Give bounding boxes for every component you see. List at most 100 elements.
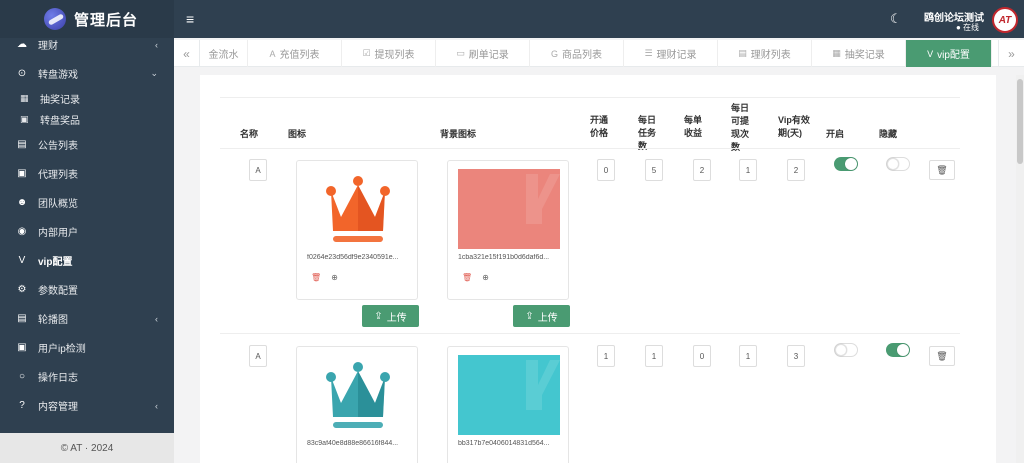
hide-toggle[interactable]	[886, 343, 910, 357]
days-input[interactable]: 2	[787, 159, 805, 181]
open-toggle[interactable]	[834, 157, 858, 171]
vip-config-panel: 名称 图标 背景图标 开通价格 每日任务数 每单收益 每日可提现次数 Vip有效…	[200, 75, 996, 463]
scrollbar-thumb[interactable]	[1017, 79, 1023, 164]
delete-row-button[interactable]: 🗑	[929, 346, 955, 366]
id-card-icon: ▣	[17, 342, 27, 353]
crown-icon	[326, 362, 390, 428]
sidebar-item-label: 内部用户	[38, 228, 78, 239]
tab-label: 提现列表	[374, 50, 415, 61]
tab-8[interactable]: Vvip配置	[906, 40, 992, 67]
price-input[interactable]: 1	[597, 345, 615, 367]
app-title: 管理后台	[74, 11, 139, 29]
delete-icon[interactable]: 🗑	[462, 273, 472, 282]
tab-label: 刷单记录	[468, 50, 509, 61]
tab-7[interactable]: ▦ 抽奖记录	[812, 40, 906, 67]
upload-icon-button[interactable]: ⇪ 上传	[362, 305, 419, 327]
sidebar-item-0[interactable]: ☁ 理财 ‹	[0, 30, 174, 59]
tabs: 金流水 A 充值列表 ☑ 提现列表 ▭ 刷单记录 G 商品列表 ☰ 理财记录 ▤ 理财列表 ▦ 抽奖记录 Vv…	[200, 40, 998, 67]
logo-icon	[44, 8, 66, 30]
days-input[interactable]: 3	[787, 345, 805, 367]
upload-label: 上传	[386, 312, 407, 324]
tabs-scroll-left-icon[interactable]: «	[174, 40, 200, 67]
sidebar-item-12[interactable]: ○ 操作日志	[0, 362, 174, 391]
withdraw-input[interactable]: 1	[739, 345, 757, 367]
document-icon: ▤	[17, 139, 27, 150]
th-price: 开通价格	[590, 115, 609, 138]
scrollbar[interactable]	[1016, 75, 1024, 463]
tab-3[interactable]: ▭ 刷单记录	[436, 40, 530, 67]
tab-label: vip配置	[937, 50, 970, 61]
th-open: 开启	[826, 129, 845, 139]
income-input[interactable]: 0	[693, 345, 711, 367]
th-bg: 背景图标	[440, 129, 477, 139]
income-input[interactable]: 2	[693, 159, 711, 181]
user-circle-icon: ◉	[17, 226, 27, 237]
tab-label: 理财列表	[750, 50, 791, 61]
sidebar-item-10[interactable]: ▤ 轮播图 ‹	[0, 304, 174, 333]
sidebar-item-2[interactable]: ▦ 抽奖记录	[0, 88, 174, 109]
sidebar-item-6[interactable]: ☻ 团队概览	[0, 188, 174, 217]
tab-label: 金流水	[208, 50, 239, 61]
avatar[interactable]: AT	[992, 7, 1018, 33]
tab-4[interactable]: G 商品列表	[530, 40, 624, 67]
sidebar-item-7[interactable]: ◉ 内部用户	[0, 217, 174, 246]
icon-thumb[interactable]	[307, 169, 409, 249]
tab-0[interactable]: 金流水	[200, 40, 248, 67]
name-input[interactable]: A	[249, 159, 267, 181]
zoom-icon[interactable]: ⊕	[482, 273, 489, 282]
tab-2[interactable]: ☑ 提现列表	[342, 40, 436, 67]
delete-icon[interactable]: 🗑	[311, 273, 321, 282]
tab-label: 商品列表	[562, 50, 602, 61]
hide-toggle[interactable]	[886, 157, 910, 171]
sidebar-item-4[interactable]: ▤ 公告列表	[0, 130, 174, 159]
withdraw-input[interactable]: 1	[739, 159, 757, 181]
th-name: 名称	[240, 129, 259, 139]
chevron-icon: ‹	[155, 313, 158, 324]
tab-icon: A	[269, 48, 276, 59]
bg-thumb[interactable]	[458, 169, 560, 249]
tab-6[interactable]: ▤ 理财列表	[718, 40, 812, 67]
tab-icon: ▤	[738, 48, 747, 58]
tab-icon: V	[927, 48, 934, 59]
open-toggle[interactable]	[834, 343, 858, 357]
th-days: Vip有效期(天)	[778, 115, 810, 138]
icon-thumb[interactable]	[307, 355, 409, 435]
price-input[interactable]: 0	[597, 159, 615, 181]
bg-filename: bb317b7e0406014831d564...	[458, 440, 550, 447]
tab-icon: ☑	[362, 48, 371, 58]
menu-toggle-icon[interactable]: ≡	[186, 11, 194, 27]
bg-thumb[interactable]	[458, 355, 560, 435]
tabs-scroll-right-icon[interactable]: »	[998, 40, 1024, 67]
dark-mode-icon[interactable]: ☾	[890, 11, 902, 27]
vip-icon: V	[18, 255, 26, 266]
sidebar-item-13[interactable]: ? 内容管理 ‹	[0, 391, 174, 420]
sidebar-item-3[interactable]: ▣ 转盘奖品	[0, 109, 174, 130]
tasks-input[interactable]: 1	[645, 345, 663, 367]
sidebar: ☁ 理财 ‹ ⊙ 转盘游戏 ⌄ ▦ 抽奖记录 ▣ 转盘奖品 ▤ 公告列表 ▣ 代理列表 ☻ 团队概览 ◉ 内部用户…	[0, 0, 174, 463]
chevron-icon: ‹	[155, 400, 158, 411]
sidebar-item-9[interactable]: ⚙ 参数配置	[0, 275, 174, 304]
contact-icon: ▣	[17, 168, 27, 179]
delete-row-button[interactable]: 🗑	[929, 160, 955, 180]
sidebar-item-8[interactable]: Vvip配置	[0, 246, 174, 275]
sidebar-item-1[interactable]: ⊙ 转盘游戏 ⌄	[0, 59, 174, 88]
sidebar-item-label: 转盘奖品	[40, 116, 80, 127]
gamepad-icon: ⊙	[17, 68, 27, 79]
sidebar-item-11[interactable]: ▣ 用户ip检测	[0, 333, 174, 362]
tabs-bar: « 金流水 A 充值列表 ☑ 提现列表 ▭ 刷单记录 G 商品列表 ☰ 理财记录 ▤ 理财列表 ▦ 抽奖记录…	[174, 40, 1024, 67]
tab-5[interactable]: ☰ 理财记录	[624, 40, 718, 67]
image-icon: ▤	[17, 313, 27, 324]
zoom-icon[interactable]: ⊕	[331, 273, 338, 282]
chevron-icon: ⌄	[150, 68, 158, 78]
th-icon: 图标	[288, 129, 307, 139]
sidebar-item-label: 内容管理	[38, 402, 78, 413]
toggle-knob	[835, 344, 847, 356]
sidebar-item-5[interactable]: ▣ 代理列表	[0, 159, 174, 188]
tasks-input[interactable]: 5	[645, 159, 663, 181]
upload-bg-button[interactable]: ⇪ 上传	[513, 305, 570, 327]
chart-icon: ☁	[17, 39, 27, 50]
name-input[interactable]: A	[249, 345, 267, 367]
tab-1[interactable]: A 充值列表	[248, 40, 342, 67]
row-divider	[220, 333, 960, 334]
toggle-knob	[887, 158, 899, 170]
